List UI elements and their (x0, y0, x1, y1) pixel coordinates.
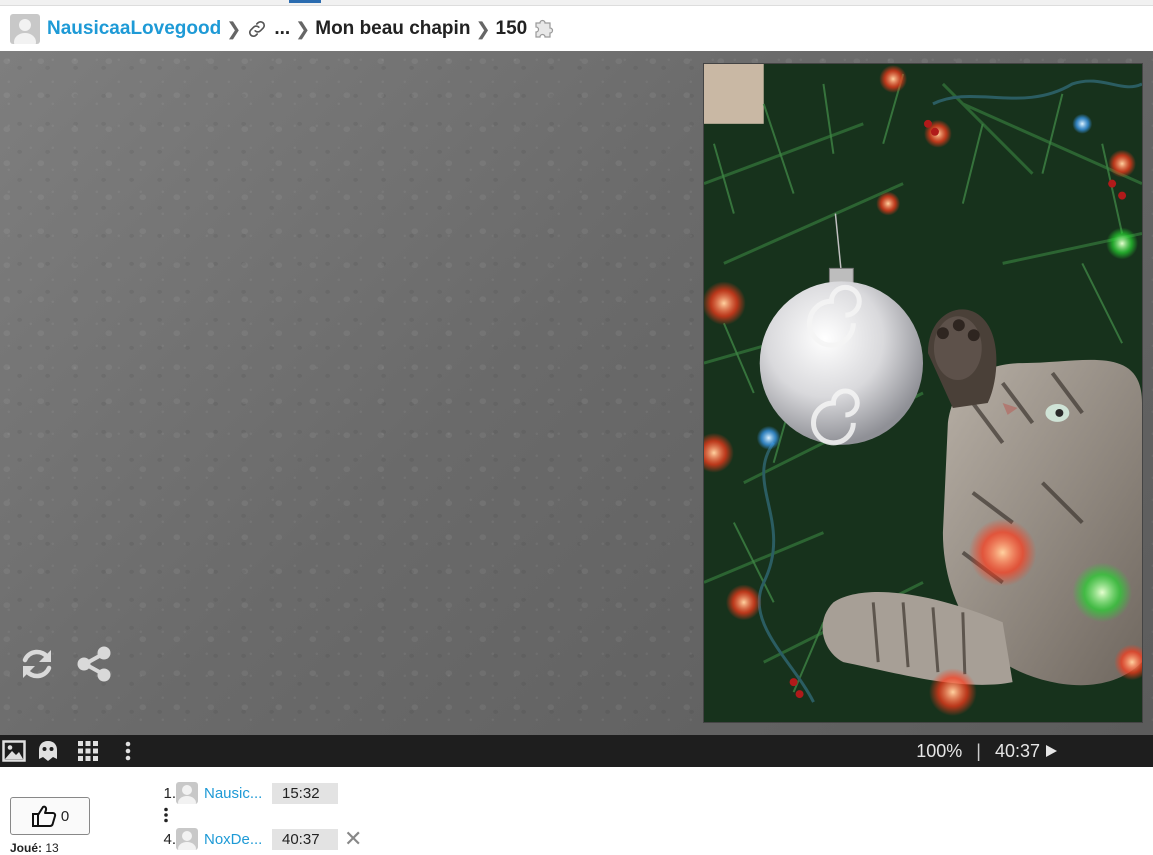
thumbs-up-icon (31, 805, 56, 827)
avatar[interactable] (176, 828, 198, 850)
page-title: Mon beau chapin (315, 18, 471, 39)
chevron-right-icon: ❯ (475, 18, 491, 39)
ghost-icon[interactable] (28, 735, 68, 767)
puzzle-toolbar: 100% | 40:37 (0, 735, 1153, 767)
played-value: 13 (45, 841, 59, 855)
puzzle-stage[interactable] (0, 51, 1153, 735)
more-icon[interactable] (108, 735, 148, 767)
more-rankings-icon[interactable] (163, 807, 169, 823)
play-icon[interactable] (1046, 745, 1057, 757)
share-icon[interactable] (74, 644, 114, 684)
breadcrumb: NausicaaLovegood ❯ ... ❯ Mon beau chapin… (0, 7, 1153, 51)
rank-number: 1. (163, 784, 176, 802)
zoom-level[interactable]: 100% (916, 741, 962, 762)
refresh-icon[interactable] (17, 644, 57, 684)
like-button[interactable]: 0 (10, 797, 90, 835)
grid-icon[interactable] (68, 735, 108, 767)
browser-top-strip (0, 0, 1153, 6)
user-link[interactable]: NausicaaLovegood (47, 18, 221, 40)
status-separator: | (976, 740, 981, 761)
ranking-row: 4. NoxDe... 40:37 ✕ (160, 827, 362, 851)
ranking-row: 1. Nausic... 15:32 (160, 781, 338, 805)
puzzle-image[interactable] (703, 63, 1143, 723)
rank-number: 4. (163, 830, 176, 848)
close-icon[interactable]: ✕ (344, 828, 362, 850)
like-count: 0 (60, 807, 70, 825)
image-icon[interactable] (0, 735, 28, 767)
user-avatar[interactable] (10, 14, 40, 44)
timer: 40:37 (994, 740, 1040, 761)
played-count: Joué: 13 (10, 841, 59, 855)
player-time: 40:37 (272, 828, 338, 850)
chevron-right-icon: ❯ (226, 18, 242, 39)
piece-count: 150 (495, 18, 528, 39)
avatar[interactable] (176, 782, 198, 804)
cat-christmas-photo (704, 64, 1142, 722)
breadcrumb-ellipsis[interactable]: ... (274, 18, 290, 40)
toolbar-status: 100% | 40:37 (916, 735, 1153, 767)
player-link[interactable]: NoxDe... (204, 831, 272, 848)
player-time: 15:32 (272, 782, 338, 804)
chevron-right-icon: ❯ (295, 18, 311, 39)
puzzle-info: 0 Joué: 13 1. Nausic... 15:32 4. NoxDe..… (0, 767, 1153, 855)
puzzle-piece-icon (535, 19, 554, 38)
played-label: Joué: (10, 841, 43, 855)
player-link[interactable]: Nausic... (204, 785, 272, 802)
link-icon[interactable] (246, 18, 268, 40)
active-tab-indicator (289, 0, 321, 3)
